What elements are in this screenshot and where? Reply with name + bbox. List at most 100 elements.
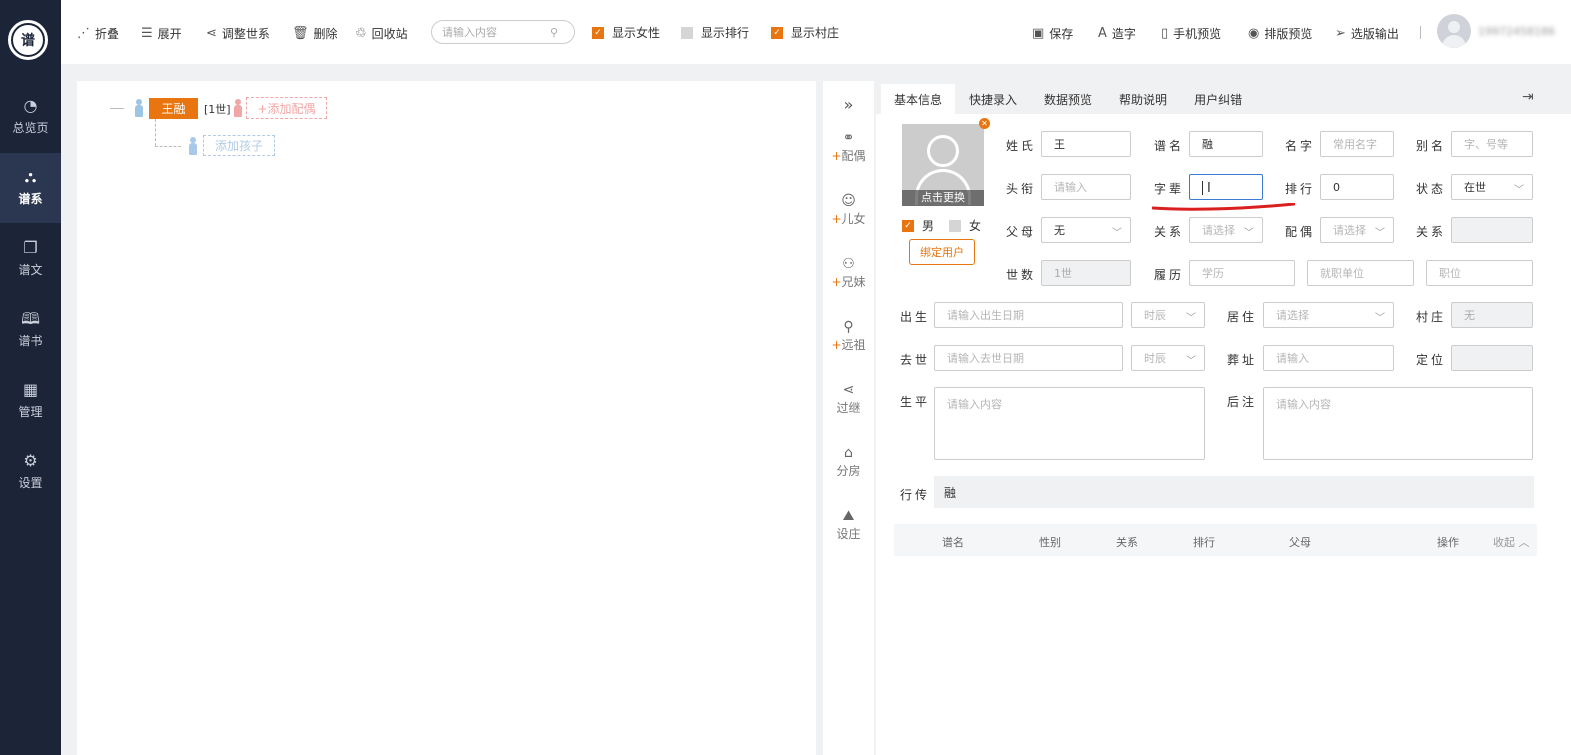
field-label: 父母: [1006, 225, 1037, 239]
relations-table-header: 谱名 性别 关系 排行 父母 操作 收起 ︿: [894, 524, 1537, 556]
birth-hour-select[interactable]: 时辰 ﹀: [1131, 302, 1205, 328]
position-input[interactable]: 职位: [1426, 260, 1533, 286]
nav-label: 总览页: [12, 121, 49, 135]
red-annotation-mark: [1152, 203, 1295, 211]
birth-date-input[interactable]: 请输入出生日期: [934, 302, 1123, 328]
recycle-bin-button[interactable]: ♲ 回收站: [355, 24, 408, 42]
add-spouse-action[interactable]: ⚭ +配偶: [823, 129, 874, 164]
tree-icon: ⛬: [24, 167, 37, 186]
bind-user-button[interactable]: 绑定用户: [909, 239, 975, 265]
column-header: 父母: [1289, 536, 1311, 549]
save-button[interactable]: ▣ 保存: [1032, 24, 1073, 42]
field-label: 字辈: [1154, 182, 1185, 196]
common-name-input[interactable]: 常用名字: [1320, 131, 1394, 157]
mobile-preview-button[interactable]: ▯ 手机预览: [1161, 24, 1221, 42]
adjust-lineage-button[interactable]: ⋖ 调整世系: [206, 24, 270, 42]
genealogy-name-input[interactable]: 融: [1189, 131, 1263, 157]
burial-site-input[interactable]: 请输入: [1263, 345, 1394, 371]
alias-input[interactable]: 字、号等: [1451, 131, 1533, 157]
title-input[interactable]: 请输入: [1041, 174, 1131, 200]
rank-input[interactable]: 0: [1320, 174, 1394, 200]
tab-quick-entry[interactable]: 快捷录入: [956, 84, 1031, 114]
set-village-action[interactable]: ⛰ 设庄: [823, 507, 874, 542]
death-date-input[interactable]: 请输入去世日期: [934, 345, 1123, 371]
nav-manage[interactable]: ▦ 管理: [0, 366, 61, 436]
collapse-table-button[interactable]: 收起 ︿: [1493, 534, 1530, 550]
panel-toggle-icon[interactable]: ⇥: [1522, 89, 1534, 105]
education-input[interactable]: 学历: [1189, 260, 1295, 286]
list-icon: ☰: [141, 25, 153, 41]
username[interactable]: 19972458186: [1478, 25, 1555, 38]
expand-button[interactable]: ☰ 展开: [141, 24, 182, 42]
field-label: 谱名: [1154, 139, 1185, 153]
profile-photo[interactable]: 点击更换: [902, 124, 984, 206]
search-icon[interactable]: ⚲: [550, 26, 558, 39]
search-box[interactable]: ⚲: [431, 20, 575, 44]
show-village-checkbox[interactable]: ✓ 显示村庄: [771, 24, 839, 41]
tab-data-preview[interactable]: 数据预览: [1031, 84, 1106, 114]
add-ancestor-action[interactable]: ⚲ +远祖: [823, 318, 874, 353]
field-label: 履历: [1154, 268, 1185, 282]
nav-articles[interactable]: ❐ 谱文: [0, 224, 61, 294]
tree-connector: [110, 108, 124, 109]
spouse-select[interactable]: 请选择 ﹀: [1320, 217, 1394, 243]
user-avatar[interactable]: [1437, 14, 1471, 48]
family-tree-canvas[interactable]: 王融 [1世] +添加配偶 添加孩子: [77, 81, 816, 755]
biography-textarea[interactable]: 请输入内容: [934, 387, 1205, 460]
add-child-button[interactable]: 添加孩子: [203, 135, 275, 156]
change-photo-label[interactable]: 点击更换: [902, 190, 984, 206]
tab-help[interactable]: 帮助说明: [1106, 84, 1181, 114]
nav-genealogy[interactable]: ⛬ 谱系: [0, 153, 61, 223]
employer-input[interactable]: 就职单位: [1307, 260, 1414, 286]
generation-char-input[interactable]: I: [1189, 174, 1263, 200]
relation-select[interactable]: 请选择 ﹀: [1189, 217, 1263, 243]
field-label: 世数: [1006, 268, 1037, 282]
gear-icon: ⚙: [23, 451, 38, 470]
tab-user-correction[interactable]: 用户纠错: [1181, 84, 1256, 114]
tree-node-root[interactable]: 王融: [149, 98, 198, 119]
location-input: [1451, 345, 1533, 371]
show-rank-checkbox[interactable]: 显示排行: [681, 24, 749, 41]
detail-tabs: 基本信息 快捷录入 数据预览 帮助说明 用户纠错: [881, 84, 1256, 114]
surname-input[interactable]: 王: [1041, 131, 1131, 157]
tab-basic-info[interactable]: 基本信息: [881, 84, 956, 114]
column-header: 谱名: [942, 536, 964, 549]
residence-select[interactable]: 请选择 ﹀: [1263, 302, 1394, 328]
double-chevron-right-icon[interactable]: »: [823, 95, 874, 114]
document-icon: ❐: [23, 238, 38, 257]
nav-settings[interactable]: ⚙ 设置: [0, 437, 61, 507]
show-female-checkbox[interactable]: ✓ 显示女性: [592, 24, 660, 41]
nav-overview[interactable]: ◔ 总览页: [0, 82, 61, 152]
gender-male-checkbox[interactable]: ✓ 男: [902, 217, 934, 234]
field-label: 名字: [1285, 139, 1316, 153]
add-spouse-button[interactable]: +添加配偶: [246, 97, 327, 119]
close-icon[interactable]: ✕: [979, 118, 990, 129]
chevron-down-icon: ﹀: [1375, 313, 1385, 324]
export-button[interactable]: ➢ 选版输出: [1335, 24, 1399, 42]
make-char-button[interactable]: A 造字: [1098, 24, 1136, 42]
divider: [1420, 26, 1421, 39]
search-input[interactable]: [442, 25, 550, 39]
app-logo[interactable]: 谱: [8, 20, 48, 60]
parents-select[interactable]: 无 ﹀: [1041, 217, 1131, 243]
male-person-icon: [135, 99, 143, 117]
nav-book[interactable]: 🕮 谱书: [0, 295, 61, 365]
branch-action[interactable]: ⌂ 分房: [823, 444, 874, 479]
layout-preview-button[interactable]: ◉ 排版预览: [1248, 24, 1312, 42]
trash-icon: 🗑: [292, 25, 309, 41]
add-siblings-action[interactable]: ⚇ +兄妹: [823, 255, 874, 290]
tree-connector: [155, 119, 156, 146]
eye-icon: ◉: [1248, 25, 1260, 41]
field-label: 别名: [1416, 139, 1447, 153]
add-children-action[interactable]: ☺ +儿女: [823, 192, 874, 227]
chevron-down-icon: ﹀: [1244, 228, 1254, 239]
notes-textarea[interactable]: 请输入内容: [1263, 387, 1533, 460]
adoption-action[interactable]: ⋖ 过继: [823, 381, 874, 416]
gender-female-checkbox[interactable]: 女: [949, 217, 981, 234]
chevron-down-icon: ﹀: [1186, 356, 1196, 367]
status-select[interactable]: 在世 ﹀: [1451, 174, 1533, 200]
chevron-down-icon: ﹀: [1112, 228, 1122, 239]
delete-button[interactable]: 🗑 删除: [292, 24, 338, 42]
death-hour-select[interactable]: 时辰 ﹀: [1131, 345, 1205, 371]
collapse-button[interactable]: ⋰ 折叠: [77, 24, 119, 42]
